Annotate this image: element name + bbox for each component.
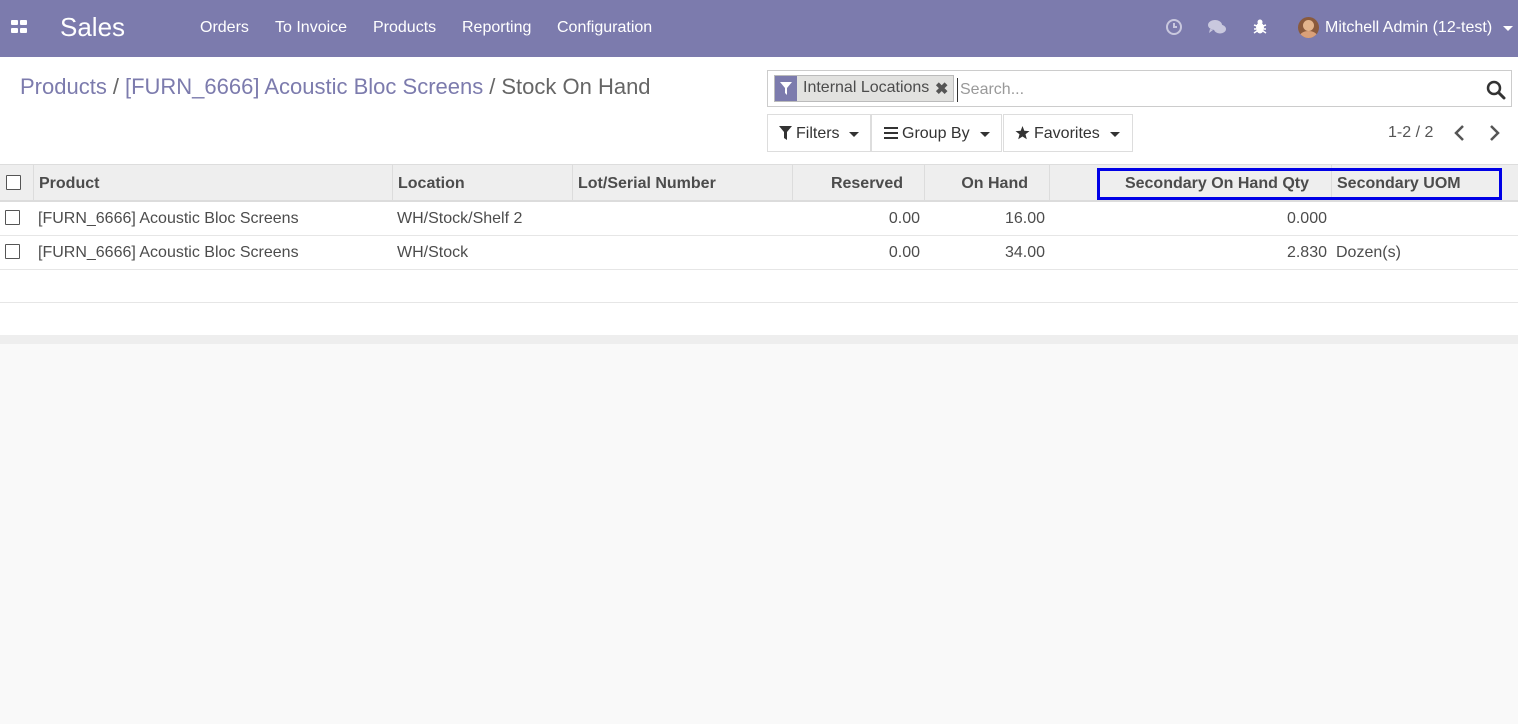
facet-label: Internal Locations — [803, 79, 930, 96]
row-checkbox[interactable] — [5, 244, 20, 259]
cell-location: WH/Stock — [397, 244, 469, 261]
table-row[interactable]: [FURN_6666] Acoustic Bloc Screens WH/Sto… — [0, 236, 1518, 270]
table-footer — [0, 335, 1518, 344]
cell-location: WH/Stock/Shelf 2 — [397, 210, 523, 227]
table-row[interactable]: [FURN_6666] Acoustic Bloc Screens WH/Sto… — [0, 202, 1518, 236]
chevron-down-icon — [980, 132, 990, 137]
chevron-down-icon — [1110, 132, 1120, 137]
favorites-label: Favorites — [1034, 125, 1100, 142]
filters-button[interactable]: Filters — [767, 114, 871, 152]
cell-on-hand: 34.00 — [1004, 244, 1045, 261]
select-all-checkbox[interactable] — [6, 175, 21, 190]
column-secondary-qty[interactable]: Secondary On Hand Qty — [1049, 165, 1331, 200]
row-checkbox[interactable] — [5, 210, 20, 225]
app-name: Sales — [60, 12, 126, 42]
menu-orders[interactable]: Orders — [200, 19, 249, 37]
pager-value[interactable]: 1-2 / 2 — [1388, 124, 1433, 142]
cell-reserved: 0.00 — [888, 244, 920, 261]
column-product[interactable]: Product — [33, 165, 393, 200]
close-icon[interactable]: ✖ — [935, 79, 948, 99]
chevron-left-icon[interactable] — [1452, 124, 1468, 142]
empty-row — [0, 270, 1518, 303]
chevron-down-icon — [849, 132, 859, 137]
search-icon[interactable] — [1486, 80, 1506, 100]
top-navbar: Sales Orders To Invoice Products Reporti… — [0, 0, 1518, 57]
list-icon — [884, 127, 898, 139]
menu-reporting[interactable]: Reporting — [462, 19, 531, 37]
cell-on-hand: 16.00 — [1004, 210, 1045, 227]
user-name: Mitchell Admin (12-test) — [1325, 19, 1493, 36]
column-on-hand[interactable]: On Hand — [924, 165, 1050, 200]
menu-configuration[interactable]: Configuration — [557, 19, 652, 37]
filters-label: Filters — [796, 125, 840, 142]
breadcrumb-product[interactable]: [FURN_6666] Acoustic Bloc Screens — [125, 74, 483, 99]
column-lot-serial[interactable]: Lot/Serial Number — [572, 165, 793, 200]
table-header: Product Location Lot/Serial Number Reser… — [0, 165, 1518, 202]
breadcrumb: Products / [FURN_6666] Acoustic Bloc Scree… — [20, 74, 651, 100]
clock-icon[interactable] — [1165, 18, 1183, 36]
column-reserved[interactable]: Reserved — [792, 165, 925, 200]
bug-icon[interactable] — [1251, 18, 1269, 36]
search-facet: Internal Locations ✖ — [774, 75, 954, 102]
cell-product: [FURN_6666] Acoustic Bloc Screens — [38, 244, 299, 261]
empty-row — [0, 303, 1518, 336]
group-by-label: Group By — [902, 125, 970, 142]
column-location[interactable]: Location — [392, 165, 573, 200]
breadcrumb-separator: / — [112, 74, 119, 99]
control-panel: Products / [FURN_6666] Acoustic Bloc Scree… — [0, 57, 1518, 165]
search-bar: Internal Locations ✖ — [767, 70, 1512, 107]
menu-products[interactable]: Products — [373, 19, 436, 37]
apps-menu-icon[interactable] — [11, 20, 28, 34]
column-secondary-uom[interactable]: Secondary UOM — [1331, 165, 1518, 200]
favorites-button[interactable]: Favorites — [1003, 114, 1133, 152]
chat-icon[interactable] — [1207, 18, 1227, 36]
cell-secondary-uom: Dozen(s) — [1336, 244, 1401, 261]
filter-icon — [775, 76, 797, 101]
chevron-right-icon[interactable] — [1486, 124, 1502, 142]
menu-to-invoice[interactable]: To Invoice — [275, 19, 347, 37]
cell-product: [FURN_6666] Acoustic Bloc Screens — [38, 210, 299, 227]
cell-secondary-qty: 0.000 — [1286, 210, 1327, 227]
avatar — [1298, 17, 1319, 38]
cell-reserved: 0.00 — [888, 210, 920, 227]
breadcrumb-separator: / — [489, 74, 496, 99]
cell-secondary-qty: 2.830 — [1286, 244, 1327, 261]
chevron-down-icon — [1503, 26, 1513, 31]
group-by-button[interactable]: Group By — [871, 114, 1002, 152]
search-input[interactable] — [957, 78, 1477, 102]
page-title: Stock On Hand — [501, 74, 651, 99]
star-icon — [1015, 126, 1030, 140]
breadcrumb-products[interactable]: Products — [20, 74, 107, 99]
filter-icon — [779, 126, 792, 140]
